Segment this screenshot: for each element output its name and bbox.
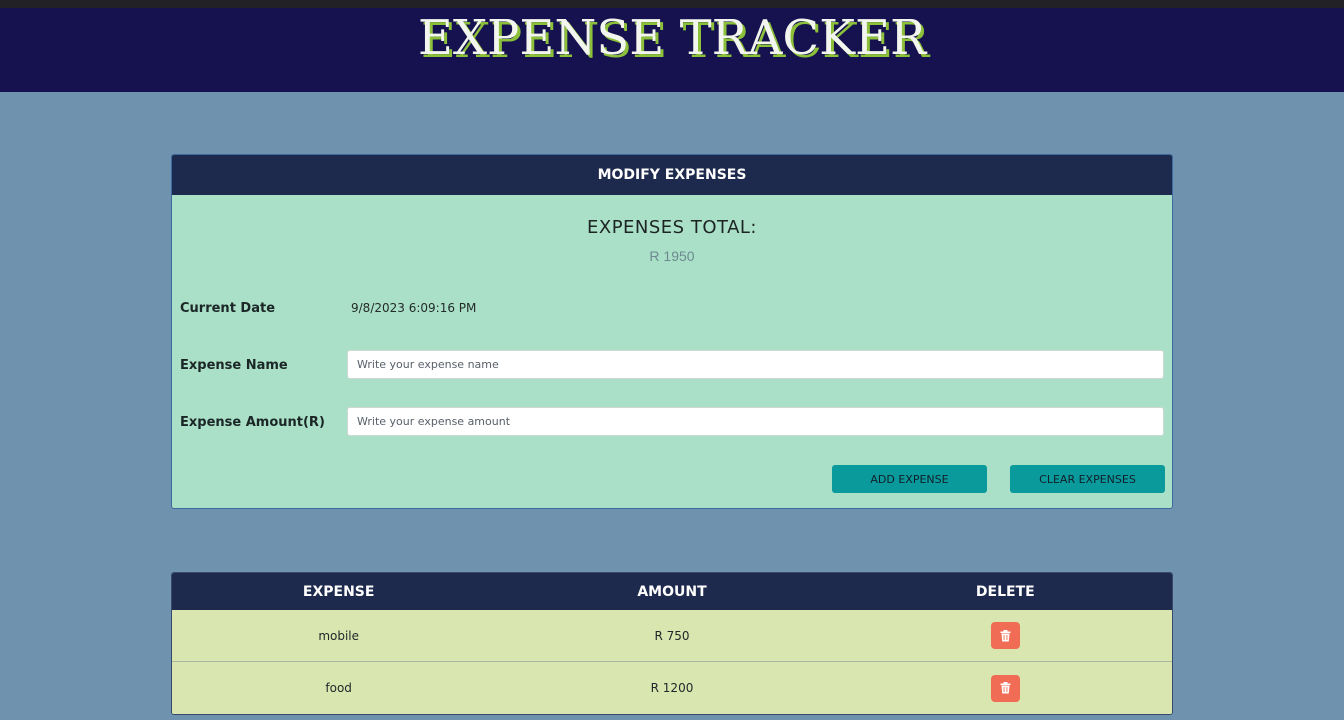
delete-cell bbox=[839, 610, 1172, 661]
expenses-total-value: R 1950 bbox=[649, 248, 695, 264]
expenses-table: EXPENSE AMOUNT DELETE mobile R 750 food … bbox=[171, 572, 1173, 715]
browser-top-strip bbox=[0, 0, 1344, 8]
delete-cell bbox=[839, 662, 1172, 714]
expense-amount-cell: R 1200 bbox=[650, 681, 694, 695]
expense-name-cell: mobile bbox=[318, 628, 360, 643]
clear-expenses-button[interactable]: CLEAR EXPENSES bbox=[1010, 465, 1165, 493]
expense-name-cell: food bbox=[325, 681, 352, 695]
expense-name-input[interactable] bbox=[347, 350, 1164, 379]
table-row: food R 1200 bbox=[172, 662, 1172, 714]
expenses-total-label: EXPENSES TOTAL: bbox=[586, 217, 757, 238]
column-header-expense: EXPENSE bbox=[302, 583, 375, 600]
expense-amount-label: Expense Amount(R) bbox=[180, 415, 325, 430]
modify-expenses-header: MODIFY EXPENSES bbox=[172, 155, 1172, 195]
app-header: EXPENSE TRACKER bbox=[0, 8, 1344, 92]
app-title: EXPENSE TRACKER bbox=[417, 10, 927, 66]
modify-expenses-panel: MODIFY EXPENSES EXPENSES TOTAL: R 1950 C… bbox=[171, 154, 1173, 509]
table-header-row: EXPENSE AMOUNT DELETE bbox=[172, 573, 1172, 610]
current-date-label: Current Date bbox=[180, 301, 276, 316]
column-header-delete: DELETE bbox=[975, 583, 1035, 600]
delete-expense-button[interactable] bbox=[990, 674, 1020, 702]
table-row: mobile R 750 bbox=[172, 610, 1172, 662]
column-header-amount: AMOUNT bbox=[637, 583, 707, 600]
trash-icon bbox=[1000, 629, 1011, 641]
add-expense-button[interactable]: ADD EXPENSE bbox=[832, 465, 987, 493]
expense-amount-cell: R 750 bbox=[654, 628, 690, 643]
delete-expense-button[interactable] bbox=[990, 622, 1020, 649]
expense-amount-input[interactable] bbox=[347, 407, 1164, 436]
expense-name-label: Expense Name bbox=[180, 358, 288, 373]
trash-icon bbox=[1000, 682, 1011, 694]
current-date-value: 9/8/2023 6:09:16 PM bbox=[351, 301, 477, 315]
